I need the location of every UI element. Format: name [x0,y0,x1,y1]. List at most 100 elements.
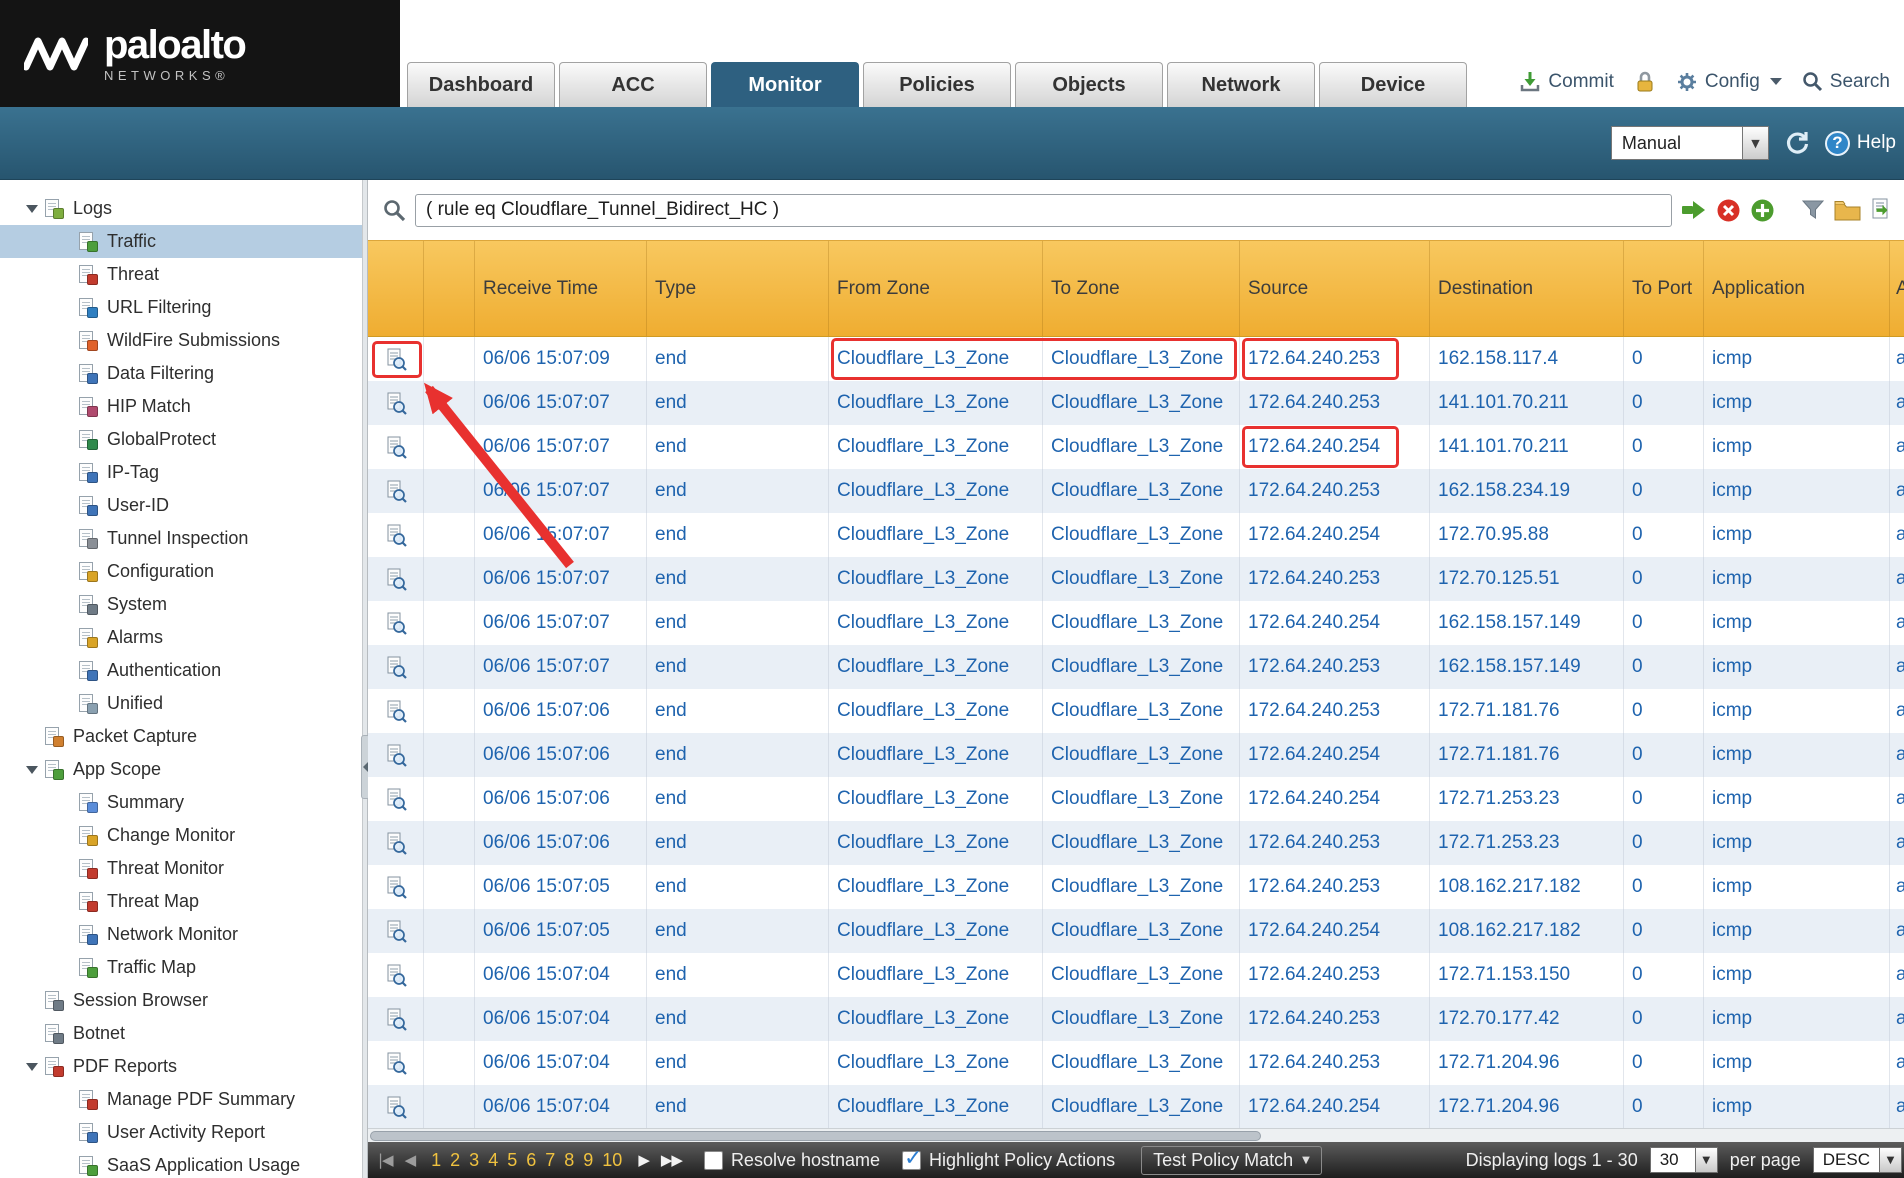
log-detail-magnifier-icon[interactable] [385,964,407,987]
prev-page-button[interactable]: ◀ [405,1151,416,1169]
cell-from-zone[interactable]: Cloudflare_L3_Zone [828,689,1042,733]
log-detail-magnifier-icon[interactable] [385,480,407,503]
cell-application[interactable]: icmp [1703,821,1889,865]
tree-expander-icon[interactable] [26,205,44,213]
tree-expander-icon[interactable] [26,766,44,774]
sidebar-item[interactable]: Alarms [0,621,362,654]
highlight-policy-box[interactable] [902,1151,921,1170]
cell-from-zone[interactable]: Cloudflare_L3_Zone [828,425,1042,469]
cell-type[interactable]: end [646,645,828,689]
horizontal-scrollbar-thumb[interactable] [370,1131,1261,1141]
cell-source[interactable]: 172.64.240.253 [1239,557,1429,601]
log-detail-magnifier-icon[interactable] [385,920,407,943]
cell-to-zone[interactable]: Cloudflare_L3_Zone [1042,865,1239,909]
cell-to-port[interactable]: 0 [1623,689,1703,733]
log-detail-magnifier-icon[interactable] [385,1052,407,1075]
cell-to-zone[interactable]: Cloudflare_L3_Zone [1042,953,1239,997]
column-header-type[interactable]: Type [646,241,828,336]
resolve-hostname-box[interactable] [704,1151,723,1170]
cell-receive-time[interactable]: 06/06 15:07:06 [474,733,646,777]
log-detail-magnifier-icon[interactable] [385,656,407,679]
log-detail-cell[interactable] [368,997,423,1041]
cell-from-zone[interactable]: Cloudflare_L3_Zone [828,953,1042,997]
cell-from-zone[interactable]: Cloudflare_L3_Zone [828,381,1042,425]
cell-source[interactable]: 172.64.240.253 [1239,953,1429,997]
sidebar-item[interactable]: GlobalProtect [0,423,362,456]
cell-source[interactable]: 172.64.240.254 [1239,513,1429,557]
cell-action[interactable]: a [1889,381,1904,425]
cell-receive-time[interactable]: 06/06 15:07:05 [474,865,646,909]
cell-destination[interactable]: 172.70.177.42 [1429,997,1623,1041]
page-number[interactable]: 9 [583,1150,593,1171]
cell-to-zone[interactable]: Cloudflare_L3_Zone [1042,733,1239,777]
cell-to-port[interactable]: 0 [1623,777,1703,821]
cell-from-zone[interactable]: Cloudflare_L3_Zone [828,909,1042,953]
log-table-row[interactable]: 06/06 15:07:06 end Cloudflare_L3_Zone Cl… [368,733,1904,777]
help-button[interactable]: ? Help [1825,131,1896,156]
log-detail-cell[interactable] [368,953,423,997]
cell-source[interactable]: 172.64.240.254 [1239,909,1429,953]
sidebar-item[interactable]: Authentication [0,654,362,687]
log-table-row[interactable]: 06/06 15:07:06 end Cloudflare_L3_Zone Cl… [368,821,1904,865]
log-detail-magnifier-icon[interactable] [385,1096,407,1119]
cell-type[interactable]: end [646,777,828,821]
cell-receive-time[interactable]: 06/06 15:07:07 [474,425,646,469]
test-policy-match-button[interactable]: Test Policy Match ▼ [1141,1146,1322,1175]
cell-receive-time[interactable]: 06/06 15:07:09 [474,337,646,381]
cell-type[interactable]: end [646,821,828,865]
log-table-row[interactable]: 06/06 15:07:05 end Cloudflare_L3_Zone Cl… [368,865,1904,909]
log-table-row[interactable]: 06/06 15:07:07 end Cloudflare_L3_Zone Cl… [368,513,1904,557]
cell-application[interactable]: icmp [1703,425,1889,469]
sidebar-item[interactable]: Session Browser [0,984,362,1017]
cell-source[interactable]: 172.64.240.253 [1239,997,1429,1041]
load-filter-folder-icon[interactable] [1834,199,1861,222]
cell-source[interactable]: 172.64.240.253 [1239,865,1429,909]
page-number[interactable]: 8 [564,1150,574,1171]
per-page-caret-icon[interactable]: ▼ [1696,1147,1718,1173]
log-detail-magnifier-icon[interactable] [385,744,407,767]
log-detail-cell[interactable] [368,337,423,381]
log-table-row[interactable]: 06/06 15:07:07 end Cloudflare_L3_Zone Cl… [368,557,1904,601]
cell-to-zone[interactable]: Cloudflare_L3_Zone [1042,909,1239,953]
log-table-row[interactable]: 06/06 15:07:04 end Cloudflare_L3_Zone Cl… [368,997,1904,1041]
page-number[interactable]: 2 [450,1150,460,1171]
sidebar-item[interactable]: Tunnel Inspection [0,522,362,555]
cell-source[interactable]: 172.64.240.253 [1239,1041,1429,1085]
log-detail-cell[interactable] [368,469,423,513]
cell-action[interactable]: a [1889,1041,1904,1085]
sidebar-item[interactable]: URL Filtering [0,291,362,324]
cell-action[interactable]: a [1889,865,1904,909]
cell-from-zone[interactable]: Cloudflare_L3_Zone [828,997,1042,1041]
cell-application[interactable]: icmp [1703,689,1889,733]
cell-to-zone[interactable]: Cloudflare_L3_Zone [1042,645,1239,689]
sidebar-item[interactable]: Traffic Map [0,951,362,984]
refresh-icon[interactable] [1783,129,1811,157]
cell-application[interactable]: icmp [1703,909,1889,953]
cell-action[interactable]: a [1889,557,1904,601]
sidebar-item[interactable]: Summary [0,786,362,819]
log-detail-cell[interactable] [368,557,423,601]
save-filter-icon[interactable] [1801,198,1825,222]
page-number[interactable]: 3 [469,1150,479,1171]
log-table-row[interactable]: 06/06 15:07:04 end Cloudflare_L3_Zone Cl… [368,953,1904,997]
log-detail-cell[interactable] [368,425,423,469]
sidebar-item[interactable]: SaaS Application Usage [0,1149,362,1178]
cell-application[interactable]: icmp [1703,337,1889,381]
log-detail-magnifier-icon[interactable] [385,1008,407,1031]
sidebar-item[interactable]: Configuration [0,555,362,588]
apply-filter-icon[interactable] [1681,198,1707,222]
config-button[interactable]: Config [1676,71,1782,93]
cell-destination[interactable]: 172.71.253.23 [1429,777,1623,821]
cell-destination[interactable]: 172.70.95.88 [1429,513,1623,557]
cell-action[interactable]: a [1889,733,1904,777]
column-header-from-zone[interactable]: From Zone [828,241,1042,336]
cell-from-zone[interactable]: Cloudflare_L3_Zone [828,513,1042,557]
sidebar-item[interactable]: Traffic [0,225,362,258]
cell-from-zone[interactable]: Cloudflare_L3_Zone [828,645,1042,689]
page-number[interactable]: 4 [488,1150,498,1171]
log-detail-magnifier-icon[interactable] [385,568,407,591]
cell-to-port[interactable]: 0 [1623,865,1703,909]
log-detail-magnifier-icon[interactable] [385,524,407,547]
cell-receive-time[interactable]: 06/06 15:07:04 [474,1085,646,1128]
cell-to-zone[interactable]: Cloudflare_L3_Zone [1042,513,1239,557]
